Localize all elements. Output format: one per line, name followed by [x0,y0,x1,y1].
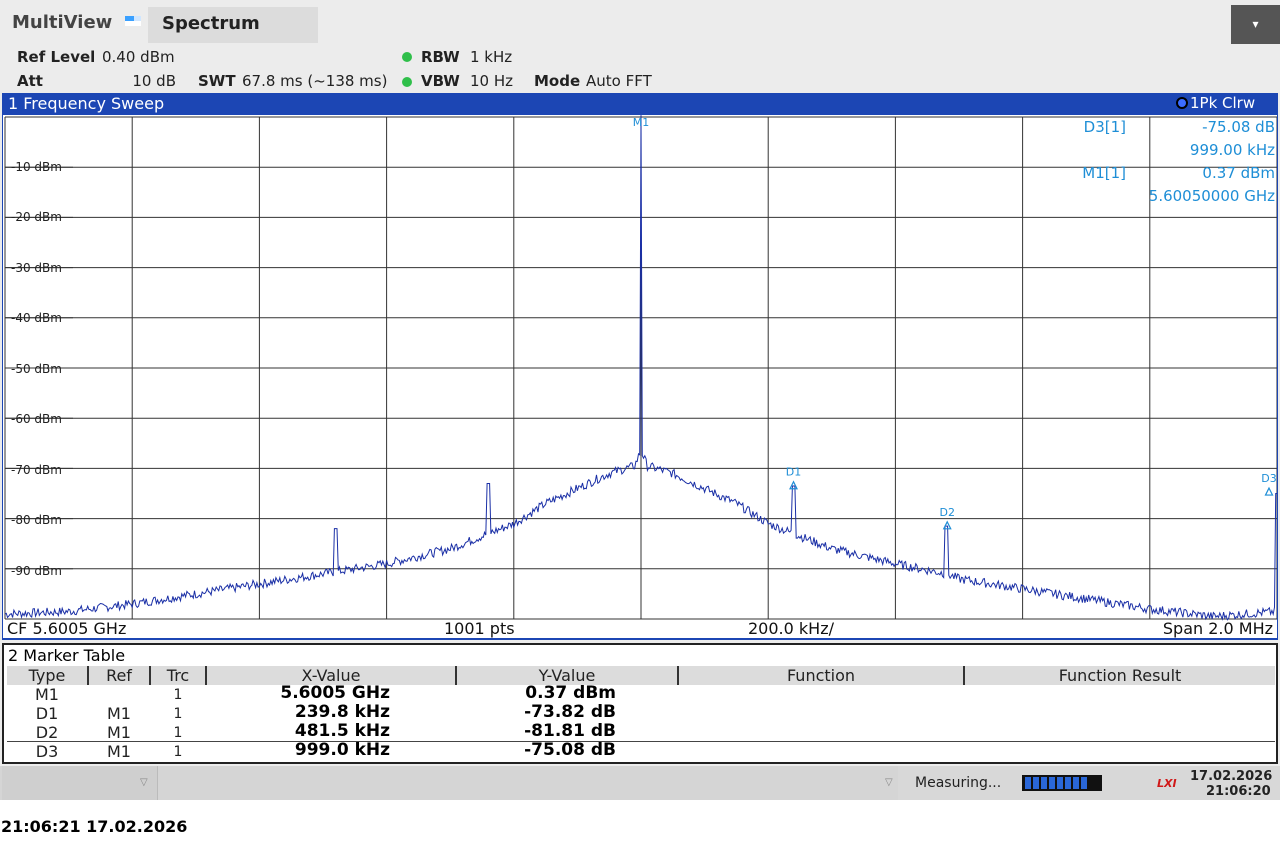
swt-value[interactable]: 67.8 ms (~138 ms) [242,72,387,90]
progress-segment [1065,777,1071,789]
y-tick-label: -60 dBm [11,412,62,426]
diagram-title: 1 Frequency Sweep [8,94,165,113]
trace-ring-icon [1176,96,1188,109]
marker-triangle-d3 [1264,486,1274,496]
row-d1-ref: M1 [107,704,131,723]
measuring-status: Measuring... [915,775,1002,791]
row-d1-type[interactable]: D1 [7,704,87,723]
readout-d3-label: D3[1] [1083,118,1126,136]
spectrum-plot[interactable]: M1 D1 D2 D3 [3,115,1277,638]
swt-label: SWT [198,72,236,90]
sweep-points: 1001 pts [444,619,515,638]
att-value[interactable]: 10 dB [0,72,176,90]
readout-m1-y: 0.37 dBm [1202,164,1275,182]
y-tick-label: -20 dBm [11,210,62,224]
svg-text:LXI: LXI [1157,777,1177,789]
sweep-progress-bar [1022,775,1102,791]
y-tick-label: -90 dBm [11,564,62,578]
rbw-label: RBW [421,48,460,66]
chevron-down-icon: ▽ [140,777,148,788]
marker-triangle-d1 [789,480,798,490]
marker-table-title: 2 Marker Table [8,646,126,665]
row-d3-ref: M1 [107,742,131,761]
row-m1-x[interactable]: 5.6005 GHz [204,683,390,703]
status-dropdown-left[interactable]: ▽ [2,766,158,800]
status-bar: ▽ ▽ Measuring... LXI 17.02.2026 21:06:20 [0,766,1280,800]
progress-segment [1041,777,1047,789]
instrument-window: MultiView Spectrum ▾ Ref Level 0.40 dBm … [0,0,1280,800]
readout-m1-x: 5.60050000 GHz [1148,187,1275,205]
marker-label-m1: M1 [633,116,650,129]
col-header-function-result: Function Result [1058,666,1182,685]
row-d2-type[interactable]: D2 [7,723,87,742]
col-header-function: Function [786,666,856,685]
row-d3-y: -75.08 dB [524,740,616,760]
app-title: MultiView [12,12,113,33]
capture-timestamp: 21:06:21 17.02.2026 [1,817,188,836]
progress-segment [1073,777,1079,789]
marker-table[interactable]: 2 Marker Table Type Ref Trc X-Value Y-Va… [2,643,1278,764]
row-m1-y: 0.37 dBm [525,683,616,703]
row-d1-y: -73.82 dB [524,702,616,722]
row-d1-x[interactable]: 239.8 kHz [204,702,390,722]
lxi-logo-icon: LXI [1156,776,1182,789]
row-m1-trc: 1 [173,687,183,703]
vbw-value[interactable]: 10 Hz [470,72,513,90]
col-header-ref: Ref [106,666,132,685]
row-d1-trc: 1 [173,706,183,722]
row-d2-y: -81.81 dB [524,721,616,741]
rbw-value[interactable]: 1 kHz [470,48,512,66]
y-tick-label: -80 dBm [11,513,62,527]
status-time: 21:06:20 [1206,784,1271,799]
col-header-trc: Trc [166,666,190,685]
y-tick-label: -70 dBm [11,463,62,477]
row-d3-type[interactable]: D3 [7,742,87,761]
diagram-header[interactable]: 1 Frequency Sweep 1Pk Clrw [2,93,1278,115]
progress-segment [1025,777,1031,789]
status-date: 17.02.2026 [1190,769,1273,784]
menu-dropdown-button[interactable]: ▾ [1231,5,1280,44]
row-d2-ref: M1 [107,723,131,742]
trace-indicator-label: 1Pk Clrw [1190,94,1256,112]
marker-label-d2: D2 [939,506,954,519]
mode-value[interactable]: Auto FFT [586,72,652,90]
vbw-label: VBW [421,72,460,90]
y-tick-label: -50 dBm [11,362,62,376]
marker-table-header: Type Ref Trc X-Value Y-Value Function Fu… [7,666,1275,685]
y-tick-label: -10 dBm [11,160,62,174]
marker-label-d3: D3 [1261,472,1276,485]
progress-segment [1081,777,1087,789]
progress-segment [1033,777,1039,789]
tab-spectrum[interactable]: Spectrum [148,7,318,43]
progress-segment [1049,777,1055,789]
ref-level-value[interactable]: 0.40 dBm [102,48,175,66]
row-m1-type[interactable]: M1 [7,685,87,704]
row-d2-x[interactable]: 481.5 kHz [204,721,390,741]
spectrum-diagram[interactable]: M1 D1 D2 D3 -10 dBm -20 dBm -30 dBm -40 dBm… [2,115,1278,640]
trace-indicator[interactable]: 1Pk Clrw [1176,94,1255,112]
rbw-status-dot [402,52,412,62]
readout-d3-y: -75.08 dB [1202,118,1275,136]
ref-level-label: Ref Level [17,48,96,66]
span: Span 2.0 MHz [1162,619,1273,638]
span-per-division: 200.0 kHz/ [748,619,834,638]
readout-m1-label: M1[1] [1082,164,1126,182]
col-header-type: Type [28,666,66,685]
multiview-icon[interactable] [125,16,141,28]
vbw-status-dot [402,77,412,87]
readout-d3-x: 999.00 kHz [1189,141,1275,159]
chevron-down-icon[interactable]: ▽ [885,777,893,788]
mode-label: Mode [534,72,581,90]
row-d2-trc: 1 [173,725,183,741]
y-tick-label: -30 dBm [11,261,62,275]
marker-label-d1: D1 [786,466,801,479]
caret-down-icon: ▾ [1252,17,1259,31]
center-frequency: CF 5.6005 GHz [7,619,127,638]
row-d3-x[interactable]: 999.0 kHz [204,740,390,760]
row-d3-trc: 1 [173,744,183,760]
progress-segment [1057,777,1063,789]
y-tick-label: -40 dBm [11,311,62,325]
